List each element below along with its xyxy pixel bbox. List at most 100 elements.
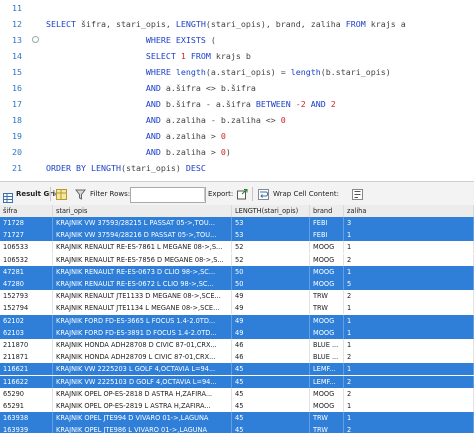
table-cell[interactable]: 45 — [232, 412, 310, 424]
table-cell[interactable]: LEMF... — [310, 376, 344, 388]
table-cell[interactable]: KRAJNIK VW 2225203 L GOLF 4,OCTAVIA L=94… — [53, 363, 232, 375]
table-cell[interactable]: 106533 — [0, 241, 53, 253]
code-line[interactable]: 15 WHERE length(a.stari_opis) = length(b… — [0, 64, 474, 80]
table-cell[interactable]: 163938 — [0, 412, 53, 424]
table-cell[interactable]: 62102 — [0, 315, 53, 327]
table-cell[interactable]: 65291 — [0, 400, 53, 412]
column-header[interactable]: stari_opis — [53, 205, 232, 217]
table-row[interactable]: 106532 KRAJNIK RENAULT RE-ES-7856 D MEGAN… — [0, 254, 474, 266]
table-row[interactable]: 211870 KRAJNIK HONDA ADH28708 D CIVIC 87-… — [0, 339, 474, 351]
table-row[interactable]: 71728 KRAJNIK VW 37593/28215 L PASSAT 05-… — [0, 217, 474, 229]
table-cell[interactable]: 1 — [344, 400, 474, 412]
table-cell[interactable]: TRW — [310, 290, 344, 302]
table-row[interactable]: 71727 KRAJNIK VW 37594/28216 D PASSAT 05-… — [0, 229, 474, 241]
code-line[interactable]: 18 AND a.zaliha - b.zaliha <> 0 — [0, 112, 474, 128]
table-cell[interactable]: FEBI — [310, 217, 344, 229]
result-grid[interactable]: šifra stari_opis LENGTH(stari_opis) brand za… — [0, 205, 474, 433]
table-row[interactable]: 65291 KRAJNIK OPEL OP-ES-2819 L ASTRA H,Z… — [0, 400, 474, 412]
table-cell[interactable]: KRAJNIK OPEL JTE994 D VIVARO 01->,LAGUNA — [53, 412, 232, 424]
table-cell[interactable]: 116622 — [0, 376, 53, 388]
table-cell[interactable]: 45 — [232, 388, 310, 400]
table-cell[interactable]: 1 — [344, 412, 474, 424]
code-line[interactable]: 13 WHERE EXISTS ( — [0, 32, 474, 48]
table-cell[interactable]: 1 — [344, 363, 474, 375]
table-cell[interactable]: MOOG — [310, 388, 344, 400]
table-cell[interactable]: TRW — [310, 302, 344, 314]
table-cell[interactable]: MOOG — [310, 315, 344, 327]
table-row[interactable]: 65290 KRAJNIK OPEL OP-ES-2818 D ASTRA H,Z… — [0, 388, 474, 400]
result-grid-tab[interactable]: Result Grid — [3, 182, 60, 206]
column-header[interactable]: šifra — [0, 205, 53, 217]
code-line[interactable]: 20 AND b.zaliha > 0) — [0, 144, 474, 160]
filter-rows-input[interactable] — [130, 187, 206, 203]
export-icon[interactable] — [237, 182, 248, 206]
table-cell[interactable]: 71728 — [0, 217, 53, 229]
table-cell[interactable]: FEBI — [310, 229, 344, 241]
table-cell[interactable]: 152794 — [0, 302, 53, 314]
table-cell[interactable]: 45 — [232, 363, 310, 375]
table-cell[interactable]: 211870 — [0, 339, 53, 351]
table-cell[interactable]: 71727 — [0, 229, 53, 241]
code-line[interactable]: 17 AND b.šifra - a.šifra BETWEEN -2 AND … — [0, 96, 474, 112]
table-row[interactable]: 47280 KRAJNIK RENAULT RE-ES-0672 L CLIO 9… — [0, 278, 474, 290]
table-row[interactable]: 163939 KRAJNIK OPEL JTE986 L VIVARO 01->,… — [0, 424, 474, 433]
table-cell[interactable]: 49 — [232, 315, 310, 327]
table-row[interactable]: 116622 KRAJNIK VW 2225103 D GOLF 4,OCTAVI… — [0, 376, 474, 388]
table-cell[interactable]: 46 — [232, 351, 310, 363]
table-row[interactable]: 152793 KRAJNIK RENAULT JTE1133 D MEGANE 0… — [0, 290, 474, 302]
table-cell[interactable]: 49 — [232, 302, 310, 314]
table-cell[interactable]: 3 — [344, 217, 474, 229]
table-cell[interactable]: KRAJNIK VW 2225103 D GOLF 4,OCTAVIA L=94… — [53, 376, 232, 388]
table-row[interactable]: 163938 KRAJNIK OPEL JTE994 D VIVARO 01->,… — [0, 412, 474, 424]
table-cell[interactable]: 45 — [232, 400, 310, 412]
table-cell[interactable]: MOOG — [310, 278, 344, 290]
table-cell[interactable]: KRAJNIK RENAULT RE-ES-7856 D MEGANE 08->… — [53, 254, 232, 266]
table-cell[interactable]: TRW — [310, 412, 344, 424]
table-cell[interactable]: KRAJNIK OPEL JTE986 L VIVARO 01->,LAGUNA — [53, 424, 232, 433]
table-cell[interactable]: 47281 — [0, 266, 53, 278]
table-cell[interactable]: 2 — [344, 254, 474, 266]
code-line[interactable]: 11 — [0, 0, 474, 16]
code-line[interactable]: 19 AND a.zaliha > 0 — [0, 128, 474, 144]
table-row[interactable]: 62102 KRAJNIK FORD FD-ES-3665 L FOCUS 1.4… — [0, 315, 474, 327]
table-cell[interactable]: KRAJNIK FORD FD-ES-3665 L FOCUS 1.4-2.0T… — [53, 315, 232, 327]
wrap-toggle-icon[interactable] — [352, 182, 363, 206]
fold-marker-icon[interactable] — [32, 36, 39, 43]
table-row[interactable]: 106533 KRAJNIK RENAULT RE-ES-7861 L MEGAN… — [0, 241, 474, 253]
table-cell[interactable]: 211871 — [0, 351, 53, 363]
table-cell[interactable]: 1 — [344, 339, 474, 351]
table-cell[interactable]: 106532 — [0, 254, 53, 266]
table-cell[interactable]: 65290 — [0, 388, 53, 400]
table-cell[interactable]: 52 — [232, 254, 310, 266]
table-cell[interactable]: KRAJNIK HONDA ADH28708 D CIVIC 87-01,CRX… — [53, 339, 232, 351]
table-cell[interactable]: 2 — [344, 351, 474, 363]
table-cell[interactable]: 2 — [344, 376, 474, 388]
sql-editor[interactable]: 11 12 SELECT šifra, stari_opis, LENGTH(sta… — [0, 0, 474, 176]
table-cell[interactable]: 49 — [232, 290, 310, 302]
table-cell[interactable]: 2 — [344, 388, 474, 400]
table-cell[interactable]: LEMF... — [310, 363, 344, 375]
table-cell[interactable]: 50 — [232, 278, 310, 290]
wrap-cell-icon[interactable] — [258, 182, 269, 206]
table-cell[interactable]: 49 — [232, 327, 310, 339]
table-cell[interactable]: KRAJNIK FORD FD-ES-3891 D FOCUS 1.4-2.0T… — [53, 327, 232, 339]
table-cell[interactable]: 1 — [344, 266, 474, 278]
table-cell[interactable]: 62103 — [0, 327, 53, 339]
table-cell[interactable]: 1 — [344, 302, 474, 314]
table-cell[interactable]: BLUE ... — [310, 351, 344, 363]
table-cell[interactable]: 1 — [344, 241, 474, 253]
table-cell[interactable]: 53 — [232, 217, 310, 229]
filter-icon[interactable] — [74, 182, 87, 206]
code-line[interactable]: 16 AND a.šifra <> b.šifra — [0, 80, 474, 96]
table-cell[interactable]: KRAJNIK HONDA ADH28709 L CIVIC 87-01,CRX… — [53, 351, 232, 363]
table-cell[interactable]: 45 — [232, 376, 310, 388]
table-cell[interactable]: 116621 — [0, 363, 53, 375]
column-header[interactable]: LENGTH(stari_opis) — [232, 205, 310, 217]
table-cell[interactable]: 152793 — [0, 290, 53, 302]
code-line[interactable]: 12 SELECT šifra, stari_opis, LENGTH(stari… — [0, 16, 474, 32]
table-row[interactable]: 47281 KRAJNIK RENAULT RE-ES-0673 D CLIO 9… — [0, 266, 474, 278]
table-cell[interactable]: 2 — [344, 290, 474, 302]
table-cell[interactable]: 1 — [344, 229, 474, 241]
table-cell[interactable]: MOOG — [310, 400, 344, 412]
table-cell[interactable]: 46 — [232, 339, 310, 351]
